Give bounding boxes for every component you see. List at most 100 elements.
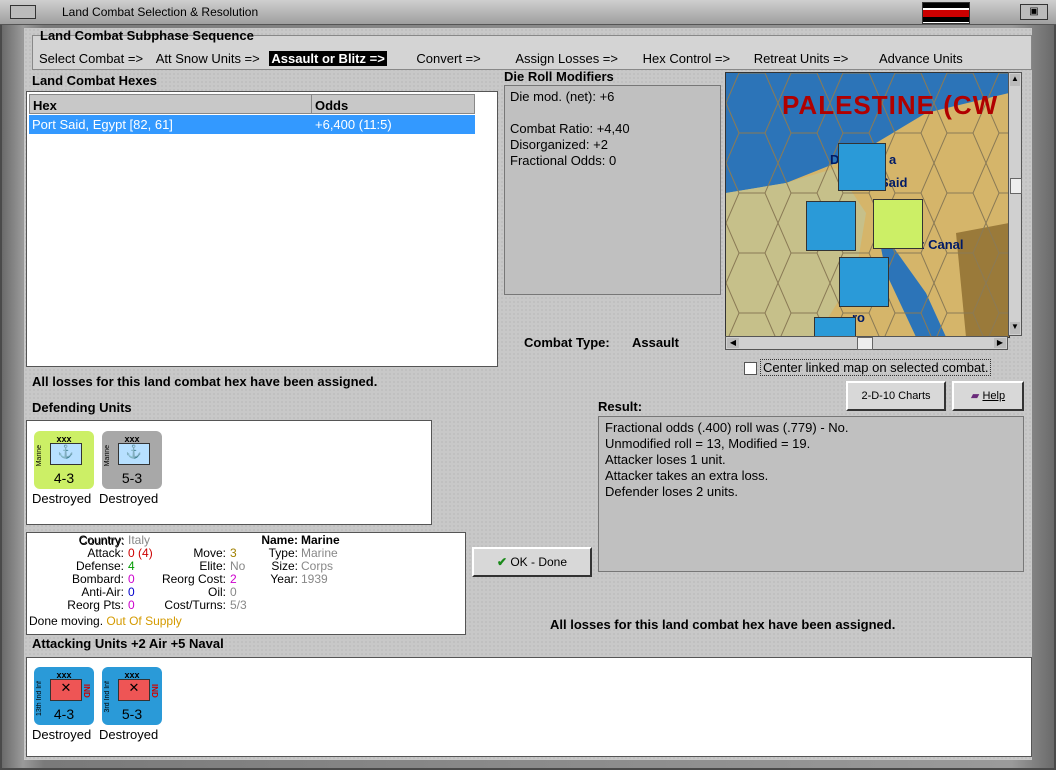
scroll-right-icon[interactable]: ▶ bbox=[994, 338, 1006, 348]
supply-status: Done moving. Out Of Supply bbox=[29, 614, 182, 628]
result-lines: Fractional odds (.400) roll was (.779) -… bbox=[605, 420, 848, 500]
type-label: Type: bbox=[268, 546, 298, 560]
ok-done-label: OK - Done bbox=[510, 555, 568, 569]
unit-stats-right: Name: Type: Size: Year: bbox=[244, 534, 298, 586]
defending-unit-1-status: Destroyed bbox=[32, 491, 92, 506]
subphase-title: Land Combat Subphase Sequence bbox=[40, 28, 254, 43]
done-moving: Done moving. bbox=[29, 614, 104, 628]
linked-map[interactable]: PALESTINE (CW Da a rt Said z Canal ro bbox=[725, 72, 1010, 338]
costturns-label: Cost/Turns: bbox=[164, 598, 226, 612]
map-counter-4[interactable] bbox=[814, 317, 856, 337]
charts-button[interactable]: 2-D-10 Charts bbox=[846, 381, 946, 411]
mod-disorganized: Disorganized: +2 bbox=[510, 137, 608, 152]
mod-ratio: Combat Ratio: +4,40 bbox=[510, 121, 630, 136]
ok-done-button[interactable]: ✔ OK - Done bbox=[472, 547, 592, 577]
scroll-left-icon[interactable]: ◀ bbox=[727, 338, 739, 348]
combat-type-label: Combat Type: bbox=[524, 335, 610, 350]
move-value: 3 bbox=[230, 546, 237, 560]
modifiers-title: Die Roll Modifiers bbox=[504, 69, 614, 84]
losses-message-bottom: All losses for this land combat hex have… bbox=[550, 617, 896, 632]
reorgpts-label: Reorg Pts: bbox=[67, 598, 124, 612]
attacking-units-panel bbox=[26, 657, 1032, 757]
defending-unit-2[interactable]: xxx Marine ⚓ 5-3 bbox=[102, 431, 162, 489]
bombard-label: Bombard: bbox=[71, 572, 124, 586]
hex-row-selected[interactable]: Port Said, Egypt [82, 61] bbox=[29, 115, 312, 134]
hscroll-thumb[interactable] bbox=[857, 337, 873, 350]
modifiers-lines: Die mod. (net): +6 Combat Ratio: +4,40 D… bbox=[510, 89, 630, 169]
close-icon[interactable]: ▣ bbox=[1020, 4, 1048, 20]
type-value: Marine bbox=[301, 546, 338, 560]
result-line-1: Fractional odds (.400) roll was (.779) -… bbox=[605, 420, 849, 435]
mod-spacer bbox=[510, 105, 630, 121]
map-label-a: a bbox=[889, 152, 897, 167]
map-vscroll[interactable]: ▲ ▼ bbox=[1008, 72, 1022, 336]
attacking-unit-1[interactable]: xxx 13th Ind Inf IND ✕ 4-3 bbox=[34, 667, 94, 725]
infantry-cross-icon: ✕ bbox=[50, 679, 82, 701]
country-label: Country: bbox=[78, 533, 124, 547]
attacking-title: Attacking Units +2 Air +5 Naval bbox=[32, 636, 224, 651]
main-content: Land Combat Subphase Sequence Select Com… bbox=[24, 28, 1032, 760]
center-map-checkbox[interactable] bbox=[744, 362, 757, 375]
scroll-up-icon[interactable]: ▲ bbox=[1010, 74, 1020, 86]
step-hex-control[interactable]: Hex Control => bbox=[643, 51, 730, 66]
marine-anchor-icon: ⚓ bbox=[118, 443, 150, 465]
elite-label: Elite: bbox=[199, 559, 226, 573]
reorgcost-label: Reorg Cost: bbox=[161, 572, 226, 586]
unit-stats-left: Country: Attack: Defense: Bombard: Anti-… bbox=[34, 534, 124, 612]
size-label: Size: bbox=[271, 559, 298, 573]
defending-title: Defending Units bbox=[32, 400, 132, 415]
year-value: 1939 bbox=[301, 572, 328, 586]
hexes-title: Land Combat Hexes bbox=[32, 73, 157, 88]
center-map-label[interactable]: Center linked map on selected combat. bbox=[760, 359, 992, 376]
map-hscroll[interactable]: ◀ ▶ bbox=[725, 336, 1008, 350]
antiair-label: Anti-Air: bbox=[81, 585, 124, 599]
country-value: Italy bbox=[128, 533, 151, 547]
help-button[interactable]: ▰ Help bbox=[952, 381, 1024, 411]
scroll-down-icon[interactable]: ▼ bbox=[1010, 322, 1020, 334]
losses-message-top: All losses for this land combat hex have… bbox=[32, 374, 378, 389]
map-counter-1[interactable] bbox=[838, 143, 886, 191]
combat-type-value: Assault bbox=[632, 335, 679, 350]
step-att-snow[interactable]: Att Snow Units => bbox=[156, 51, 260, 66]
result-label: Result: bbox=[598, 399, 643, 414]
defending-unit-1[interactable]: xxx Marine ⚓ 4-3 bbox=[34, 431, 94, 489]
unit-stats-right-values: Marine Marine Corps 1939 bbox=[301, 534, 340, 586]
step-convert[interactable]: Convert => bbox=[416, 51, 480, 66]
map-counter-2[interactable] bbox=[806, 201, 856, 251]
mod-net: Die mod. (net): +6 bbox=[510, 89, 615, 104]
oil-value: 0 bbox=[230, 585, 237, 599]
result-line-3: Attacker loses 1 unit. bbox=[605, 452, 726, 467]
supply-value: Out Of Supply bbox=[106, 614, 182, 628]
subphase-steps: Select Combat => Att Snow Units => Assau… bbox=[39, 51, 963, 66]
checkmark-icon: ✔ bbox=[496, 555, 507, 569]
map-counter-3[interactable] bbox=[839, 257, 889, 307]
map-counter-defender[interactable] bbox=[873, 199, 923, 249]
size-value: Corps bbox=[301, 559, 334, 573]
attacking-unit-2-status: Destroyed bbox=[99, 727, 159, 742]
col-odds-header[interactable]: Odds bbox=[311, 94, 475, 114]
defense-label: Defense: bbox=[75, 559, 124, 573]
window-menu-icon[interactable] bbox=[10, 5, 36, 19]
result-line-4: Attacker takes an extra loss. bbox=[605, 468, 769, 483]
help-book-icon: ▰ bbox=[970, 390, 980, 402]
step-assault-blitz[interactable]: Assault or Blitz => bbox=[269, 51, 387, 66]
map-title: PALESTINE (CW bbox=[782, 90, 999, 120]
vscroll-thumb[interactable] bbox=[1010, 178, 1022, 194]
step-retreat[interactable]: Retreat Units => bbox=[754, 51, 849, 66]
step-assign-losses[interactable]: Assign Losses => bbox=[515, 51, 618, 66]
move-label: Move: bbox=[193, 546, 226, 560]
attacking-unit-2[interactable]: xxx 3rd Ind Inf IND ✕ 5-3 bbox=[102, 667, 162, 725]
step-select-combat[interactable]: Select Combat => bbox=[39, 51, 143, 66]
year-label: Year: bbox=[270, 572, 298, 586]
hex-row-odds[interactable]: +6,400 (11:5) bbox=[312, 115, 475, 134]
attack-label: Attack: bbox=[87, 546, 124, 560]
step-advance[interactable]: Advance Units bbox=[879, 51, 963, 66]
defending-unit-2-status: Destroyed bbox=[99, 491, 159, 506]
col-hex-header[interactable]: Hex bbox=[29, 94, 312, 114]
attacking-unit-1-status: Destroyed bbox=[32, 727, 92, 742]
map-label-canal: z Canal bbox=[918, 237, 964, 252]
oil-label: Oil: bbox=[208, 585, 226, 599]
infantry-cross-icon: ✕ bbox=[118, 679, 150, 701]
german-flag-icon bbox=[922, 2, 970, 24]
marine-anchor-icon: ⚓ bbox=[50, 443, 82, 465]
